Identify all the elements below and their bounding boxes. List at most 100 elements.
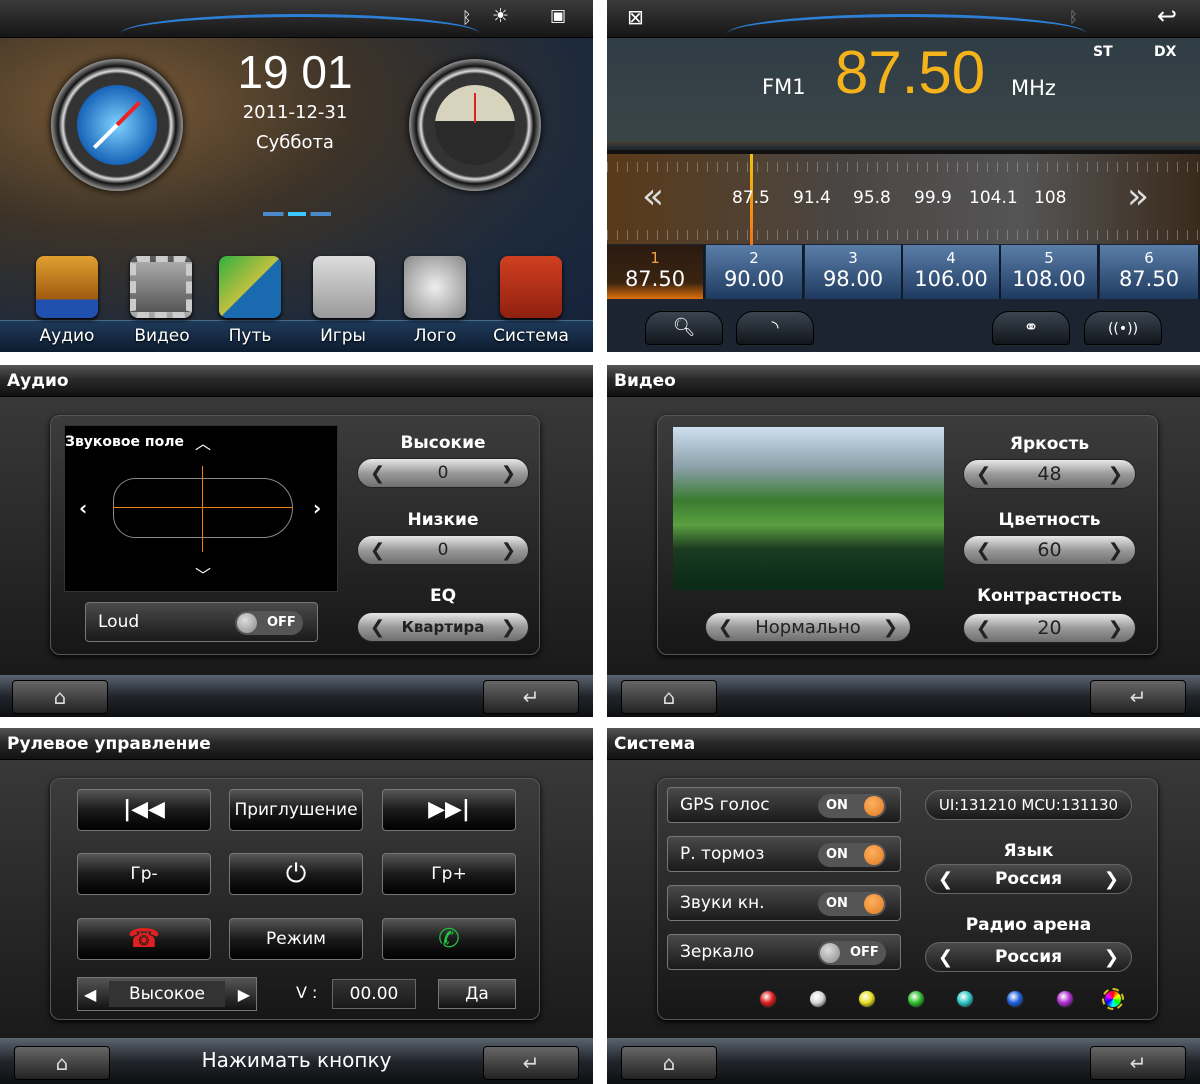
increase-icon[interactable]: ❯: [1104, 869, 1119, 890]
seek-forward-icon[interactable]: »: [1127, 176, 1149, 217]
mute-button[interactable]: Приглушение: [229, 789, 363, 831]
search-button[interactable]: 🔍︎: [645, 311, 723, 345]
theme-color-7[interactable]: [1056, 990, 1074, 1008]
eq-stepper[interactable]: ❮ Квартира ❯: [357, 612, 529, 642]
home-button[interactable]: ⌂: [14, 1046, 110, 1080]
increase-icon[interactable]: ❯: [1108, 618, 1123, 639]
brightness-stepper[interactable]: ❮ 48 ❯: [963, 459, 1136, 489]
stereo-indicator[interactable]: ST: [1093, 44, 1113, 60]
decrease-icon[interactable]: ❮: [976, 464, 991, 485]
theme-color-6[interactable]: [1006, 990, 1024, 1008]
volume-down-button[interactable]: Гр-: [77, 853, 211, 895]
local-distance-button[interactable]: ((•)): [1084, 311, 1162, 345]
decrease-icon[interactable]: ❮: [370, 617, 385, 638]
video-icon[interactable]: [130, 256, 192, 318]
left-arrow-icon[interactable]: ◀: [84, 985, 96, 1004]
dock-label-video[interactable]: Видео: [112, 326, 212, 346]
car-icon[interactable]: [404, 256, 466, 318]
loud-switch[interactable]: OFF: [235, 611, 303, 635]
radio-region-stepper[interactable]: ❮ Россия ❯: [925, 942, 1132, 972]
theme-color-4[interactable]: [907, 990, 925, 1008]
increase-icon[interactable]: ❯: [501, 463, 516, 484]
back-button[interactable]: ↵: [483, 1046, 579, 1080]
decrease-icon[interactable]: ❮: [938, 869, 953, 890]
language-stepper[interactable]: ❮ Россия ❯: [925, 864, 1132, 894]
home-button[interactable]: ⌂: [621, 1046, 717, 1080]
loud-toggle[interactable]: Loud OFF: [85, 602, 318, 642]
decrease-icon[interactable]: ❮: [976, 618, 991, 639]
toggle-switch[interactable]: ON: [818, 892, 886, 916]
left-arrow-icon[interactable]: ‹: [79, 496, 87, 520]
mirror-toggle[interactable]: Зеркало OFF: [667, 934, 901, 970]
seek-back-icon[interactable]: «: [642, 176, 664, 217]
radio-dial[interactable]: [409, 59, 541, 191]
gps-voice-toggle[interactable]: GPS голос ON: [667, 787, 901, 823]
theme-color-2[interactable]: [809, 990, 827, 1008]
answer-call-button[interactable]: ✆: [382, 918, 516, 960]
hang-up-button[interactable]: ☎: [77, 918, 211, 960]
navigation-dial[interactable]: [51, 59, 183, 191]
back-icon[interactable]: ↩: [1157, 2, 1177, 30]
right-arrow-icon[interactable]: ▶: [238, 985, 250, 1004]
increase-icon[interactable]: ❯: [1108, 540, 1123, 561]
music-icon[interactable]: [36, 256, 98, 318]
back-button[interactable]: ↵: [483, 680, 579, 714]
theme-color-3[interactable]: [858, 990, 876, 1008]
key-sounds-toggle[interactable]: Звуки кн. ON: [667, 885, 901, 921]
increase-icon[interactable]: ❯: [1104, 947, 1119, 968]
toggle-switch[interactable]: ON: [818, 794, 886, 818]
toggle-switch[interactable]: ON: [818, 843, 886, 867]
decrease-icon[interactable]: ❮: [976, 540, 991, 561]
bass-stepper[interactable]: ❮ 0 ❯: [357, 535, 529, 565]
tuner-scale[interactable]: « » 87.5 91.4 95.8 99.9 104.1 108: [607, 150, 1200, 248]
increase-icon[interactable]: ❯: [883, 617, 898, 638]
parking-brake-toggle[interactable]: Р. тормоз ON: [667, 836, 901, 872]
preset-4[interactable]: 4 106.00: [903, 245, 1001, 299]
preset-3[interactable]: 3 98.00: [805, 245, 903, 299]
preset-2[interactable]: 2 90.00: [706, 245, 804, 299]
up-arrow-icon[interactable]: ︿: [195, 430, 211, 454]
decrease-icon[interactable]: ❮: [718, 617, 733, 638]
dock-label-logo[interactable]: Лого: [385, 326, 485, 346]
theme-color-8[interactable]: [1102, 988, 1124, 1010]
gallery-icon[interactable]: ▣: [550, 6, 566, 26]
theme-color-1[interactable]: [759, 990, 777, 1008]
sensitivity-stepper[interactable]: ◀ Высокое ▶: [77, 977, 257, 1011]
increase-icon[interactable]: ❯: [1108, 464, 1123, 485]
back-button[interactable]: ↵: [1090, 680, 1186, 714]
toggle-switch[interactable]: OFF: [818, 941, 886, 965]
band-label[interactable]: FM1: [762, 75, 806, 99]
theme-color-5[interactable]: [956, 990, 974, 1008]
navigation-icon[interactable]: [219, 256, 281, 318]
decrease-icon[interactable]: ❮: [370, 540, 385, 561]
mode-button[interactable]: Режим: [229, 918, 363, 960]
sound-field[interactable]: Звуковое поле ︿ ﹀ ‹ ›: [64, 425, 338, 592]
home-button[interactable]: ⌂: [12, 680, 108, 714]
next-track-button[interactable]: ▶▶|: [382, 789, 516, 831]
dock-label-system[interactable]: Система: [481, 326, 581, 346]
color-stepper[interactable]: ❮ 60 ❯: [963, 535, 1136, 565]
decrease-icon[interactable]: ❮: [938, 947, 953, 968]
brightness-icon[interactable]: ☀: [492, 5, 509, 27]
picture-mode-stepper[interactable]: ❮ Нормально ❯: [705, 612, 911, 642]
stereo-button[interactable]: ⚭: [992, 311, 1070, 345]
home-button[interactable]: ⌂: [621, 680, 717, 714]
dx-indicator[interactable]: DX: [1154, 44, 1176, 60]
contrast-stepper[interactable]: ❮ 20 ❯: [963, 613, 1136, 643]
right-arrow-icon[interactable]: ›: [313, 496, 321, 520]
screen-off-icon[interactable]: ⊠: [627, 5, 644, 29]
previous-track-button[interactable]: |◀◀: [77, 789, 211, 831]
settings-icon[interactable]: [500, 256, 562, 318]
dock-label-audio[interactable]: Аудио: [17, 326, 117, 346]
increase-icon[interactable]: ❯: [501, 617, 516, 638]
confirm-button[interactable]: Да: [438, 979, 516, 1009]
dock-label-navigation[interactable]: Путь: [200, 326, 300, 346]
power-button[interactable]: ⏻: [229, 853, 363, 895]
back-button[interactable]: ↵: [1090, 1046, 1186, 1080]
rds-button[interactable]: ◝: [736, 311, 814, 345]
down-arrow-icon[interactable]: ﹀: [195, 562, 211, 586]
increase-icon[interactable]: ❯: [501, 540, 516, 561]
preset-5[interactable]: 5 108.00: [1001, 245, 1099, 299]
gamepad-icon[interactable]: [313, 256, 375, 318]
preset-1[interactable]: 1 87.50: [607, 245, 705, 299]
